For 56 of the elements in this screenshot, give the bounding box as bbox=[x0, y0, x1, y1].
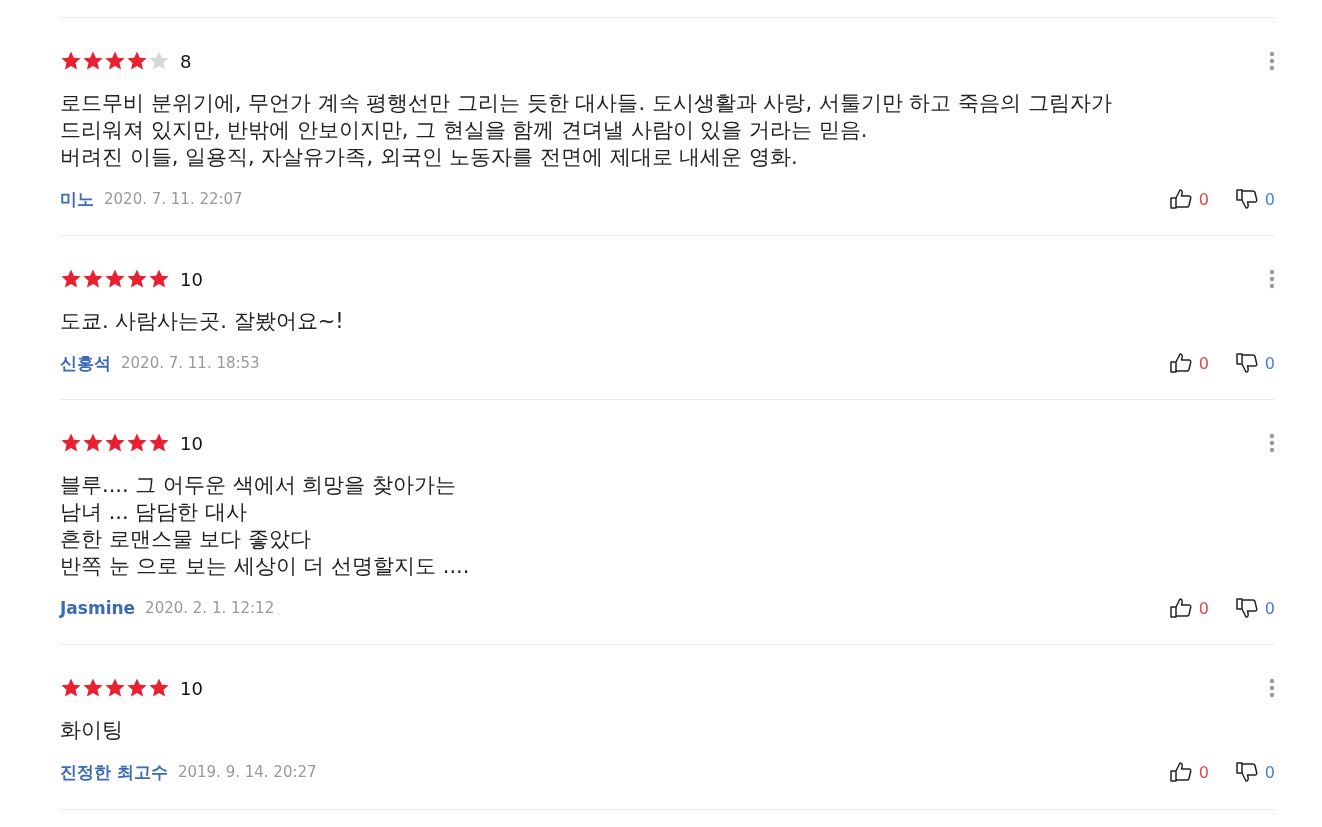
star-icon bbox=[82, 677, 104, 699]
dislike-count: 0 bbox=[1264, 598, 1275, 618]
review-date: 2020. 2. 1. 12:12 bbox=[145, 599, 275, 617]
rating-score: 10 bbox=[180, 677, 203, 699]
rating-score: 10 bbox=[180, 268, 203, 290]
dislike-count: 0 bbox=[1264, 189, 1275, 209]
star-icon bbox=[82, 432, 104, 454]
star-icon bbox=[104, 268, 126, 290]
review-text: 도쿄. 사람사는곳. 잘봤어요~! bbox=[60, 308, 345, 335]
review-text: 로드무비 분위기에, 무언가 계속 평행선만 그리는 듯한 대사들. 도시생활과 사랑, 서툴기만 하고 죽음의 그림자가 드리워져 있지만, 반밖에 안보이지만, 그 현실을 함께 견뎌낼 사람이 있을 거라는 믿음. 버려진 이들, 일용직, 자살유가족, 외국인 노동자를 전면에 제대로 내세운 영화. bbox=[60, 90, 1113, 171]
star-icon bbox=[148, 50, 170, 72]
thumbs-down-icon[interactable] bbox=[1234, 760, 1259, 784]
rating-score: 10 bbox=[180, 432, 203, 454]
more-icon[interactable] bbox=[1269, 678, 1275, 698]
thumbs-up-icon[interactable] bbox=[1168, 351, 1193, 375]
star-icon bbox=[126, 432, 148, 454]
star-icon bbox=[82, 268, 104, 290]
dislike-count: 0 bbox=[1264, 353, 1275, 373]
like-count: 0 bbox=[1198, 598, 1209, 618]
thumbs-down-icon[interactable] bbox=[1234, 596, 1259, 620]
review-date: 2019. 9. 14. 20:27 bbox=[177, 763, 317, 781]
thumbs-down-icon[interactable] bbox=[1234, 187, 1259, 211]
star-icon bbox=[126, 50, 148, 72]
review-date: 2020. 7. 11. 18:53 bbox=[121, 354, 260, 372]
thumbs-up-icon[interactable] bbox=[1168, 187, 1193, 211]
rating-score: 8 bbox=[180, 50, 192, 72]
like-count: 0 bbox=[1198, 189, 1209, 209]
star-icon bbox=[104, 432, 126, 454]
author-name[interactable]: Jasmine bbox=[60, 598, 136, 618]
star-icon bbox=[104, 50, 126, 72]
author-name[interactable]: 신홍석 bbox=[60, 351, 111, 375]
thumbs-up-icon[interactable] bbox=[1168, 596, 1193, 620]
like-count: 0 bbox=[1198, 762, 1209, 782]
star-icon bbox=[148, 268, 170, 290]
review-text: 화이팅 bbox=[60, 717, 124, 744]
star-icon bbox=[104, 677, 126, 699]
star-icon bbox=[60, 432, 82, 454]
star-icon bbox=[126, 268, 148, 290]
dislike-count: 0 bbox=[1264, 762, 1275, 782]
review-text: 블루.... 그 어두운 색에서 희망을 찾아가는 남녀 ... 담담한 대사 흔한 로맨스물 보다 좋았다 반쪽 눈 으로 보는 세상이 더 선명할지도 .... bbox=[60, 472, 471, 580]
star-icon bbox=[60, 677, 82, 699]
star-icon bbox=[82, 50, 104, 72]
star-icon bbox=[60, 50, 82, 72]
star-icon bbox=[148, 432, 170, 454]
star-icon bbox=[60, 268, 82, 290]
more-icon[interactable] bbox=[1269, 51, 1275, 71]
author-name[interactable]: 미노 bbox=[60, 187, 94, 211]
more-icon[interactable] bbox=[1269, 269, 1275, 289]
review-date: 2020. 7. 11. 22:07 bbox=[104, 190, 243, 208]
star-icon bbox=[126, 677, 148, 699]
star-icon bbox=[148, 677, 170, 699]
thumbs-down-icon[interactable] bbox=[1234, 351, 1259, 375]
like-count: 0 bbox=[1198, 353, 1209, 373]
more-icon[interactable] bbox=[1269, 433, 1275, 453]
author-name[interactable]: 진정한 최고수 bbox=[60, 760, 168, 784]
thumbs-up-icon[interactable] bbox=[1168, 760, 1193, 784]
